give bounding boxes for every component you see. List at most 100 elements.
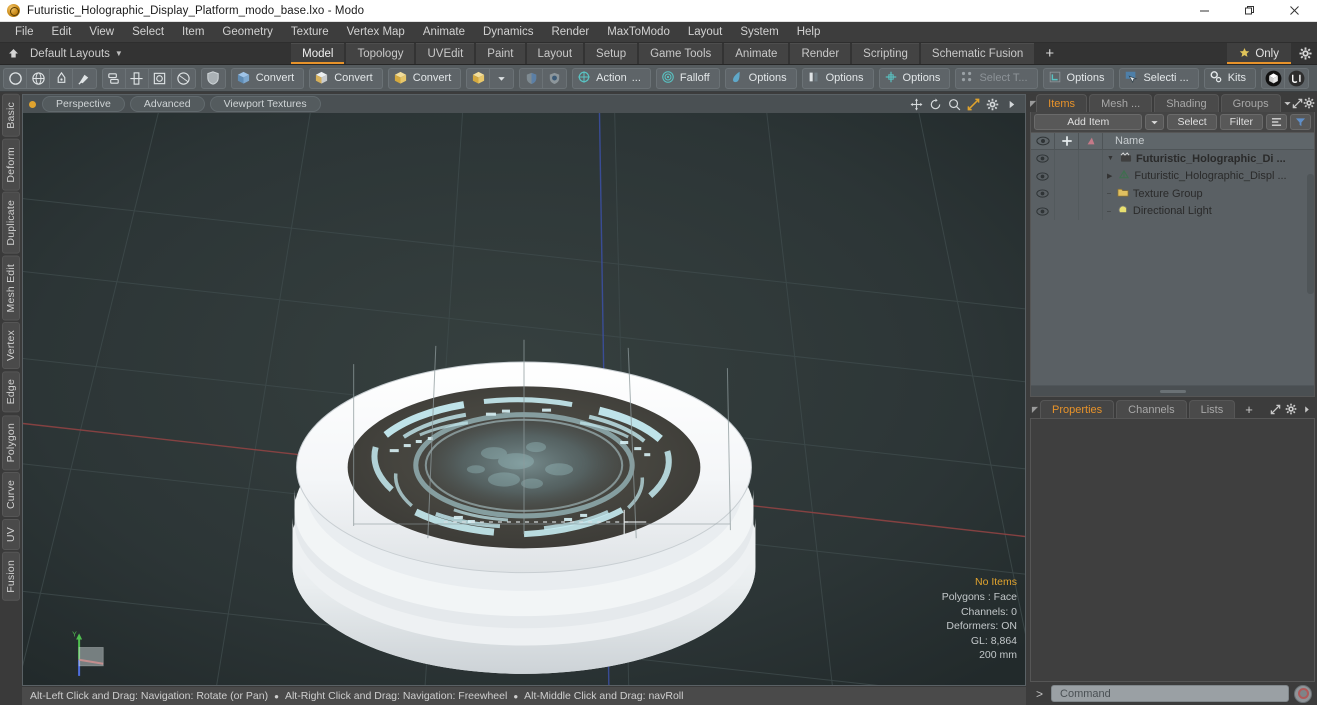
layout-tab-layout[interactable]: Layout	[526, 43, 584, 64]
action-center-button[interactable]: Action ...	[572, 67, 651, 89]
tab-groups[interactable]: Groups	[1220, 94, 1281, 112]
record-icon[interactable]	[1294, 684, 1312, 703]
viewport-perspective-button[interactable]: Perspective	[42, 96, 125, 112]
funnel-icon[interactable]	[1290, 114, 1311, 130]
chevron-down-icon[interactable]	[490, 69, 513, 88]
item-shade-cell[interactable]	[1079, 150, 1103, 168]
eye-icon[interactable]	[1031, 133, 1055, 150]
vtab-fusion[interactable]: Fusion	[2, 552, 20, 601]
move-icon[interactable]	[1055, 133, 1079, 150]
panel-collapse-arrow-icon[interactable]: ◤	[1030, 400, 1040, 418]
item-list-scrollbar[interactable]	[1307, 174, 1314, 294]
cube-badge-icon[interactable]	[1262, 68, 1286, 88]
menu-item-select[interactable]: Select	[123, 22, 173, 43]
list-item[interactable]: – Directional Light	[1031, 202, 1314, 220]
maximize-icon[interactable]	[1227, 0, 1272, 22]
resize-grip[interactable]	[1159, 389, 1186, 393]
menu-item-system[interactable]: System	[731, 22, 787, 43]
triangle-down-icon[interactable]: ▼	[1107, 155, 1114, 162]
filter-button[interactable]: Filter	[1219, 114, 1263, 130]
expand-icon[interactable]	[1292, 94, 1303, 112]
eye-icon[interactable]	[1031, 150, 1055, 168]
gear-icon[interactable]	[983, 98, 1002, 111]
convert-button-1[interactable]: Convert	[230, 67, 305, 89]
item-shade-cell[interactable]	[1079, 185, 1103, 203]
list-icon[interactable]	[1266, 114, 1287, 130]
shade-icon[interactable]	[1079, 133, 1103, 150]
viewport-advanced-button[interactable]: Advanced	[129, 96, 205, 112]
play-icon[interactable]	[1002, 99, 1021, 110]
circle-icon[interactable]	[4, 68, 27, 88]
pen-icon[interactable]	[50, 68, 73, 88]
select-button[interactable]: Select	[1167, 114, 1217, 130]
menu-item-view[interactable]: View	[80, 22, 123, 43]
add-item-dropdown[interactable]	[1145, 114, 1165, 130]
gear-icon[interactable]	[1283, 400, 1299, 418]
shield-dark-icon[interactable]	[543, 69, 566, 88]
options-button-4[interactable]: Options	[1042, 67, 1115, 89]
layout-tab-model[interactable]: Model	[291, 43, 345, 64]
menu-item-texture[interactable]: Texture	[282, 22, 338, 43]
fit-icon[interactable]	[964, 98, 983, 111]
shield-blue-icon[interactable]	[520, 68, 544, 88]
gear-icon[interactable]	[1303, 94, 1315, 112]
stack-icon[interactable]	[103, 68, 126, 88]
ellipse-icon[interactable]	[172, 69, 195, 88]
item-shade-cell[interactable]	[1079, 202, 1103, 220]
unity-icon[interactable]	[1285, 69, 1308, 88]
tab-shading[interactable]: Shading	[1154, 94, 1219, 112]
menu-item-vertex-map[interactable]: Vertex Map	[338, 22, 414, 43]
options-button-3[interactable]: Options	[878, 67, 951, 89]
layout-tab-scripting[interactable]: Scripting	[852, 43, 919, 64]
item-move-cell[interactable]	[1055, 185, 1079, 203]
item-list[interactable]: Name ▼ Futuristic_Holographic_Di ... ▶ F…	[1030, 132, 1315, 397]
rotate-icon[interactable]	[926, 97, 945, 111]
menu-item-item[interactable]: Item	[173, 22, 213, 43]
item-row-directional-light[interactable]: – Directional Light	[1103, 204, 1314, 218]
add-properties-tab-button[interactable]: +	[1237, 400, 1261, 418]
kits-button[interactable]: Kits	[1203, 67, 1257, 89]
menu-item-render[interactable]: Render	[542, 22, 598, 43]
minimize-icon[interactable]	[1182, 0, 1227, 22]
vtab-basic[interactable]: Basic	[2, 94, 20, 137]
tab-lists[interactable]: Lists	[1188, 400, 1236, 418]
brush-icon[interactable]	[73, 69, 96, 88]
item-shade-cell[interactable]	[1079, 167, 1103, 185]
falloff-button[interactable]: Falloff	[655, 67, 720, 89]
list-item[interactable]: ▼ Futuristic_Holographic_Di ...	[1031, 150, 1314, 168]
layout-tab-uvedit[interactable]: UVEdit	[416, 43, 475, 64]
convert-button-2[interactable]: Convert	[309, 67, 383, 89]
vtab-polygon[interactable]: Polygon	[2, 414, 20, 471]
move-icon[interactable]	[907, 98, 926, 111]
list-item[interactable]: – Texture Group	[1031, 185, 1314, 203]
vtab-mesh-edit[interactable]: Mesh Edit	[2, 255, 20, 321]
3d-viewport[interactable]: Y No Items Polygons : Face Channels: 0 D…	[22, 113, 1026, 686]
item-move-cell[interactable]	[1055, 167, 1079, 185]
layout-tab-setup[interactable]: Setup	[585, 43, 638, 64]
menu-item-file[interactable]: File	[6, 22, 43, 43]
list-item[interactable]: ▶ Futuristic_Holographic_Displ ...	[1031, 167, 1314, 185]
vtab-deform[interactable]: Deform	[2, 138, 20, 191]
eye-icon[interactable]	[1031, 167, 1055, 185]
item-move-cell[interactable]	[1055, 202, 1079, 220]
expand-icon[interactable]	[1267, 400, 1283, 418]
eye-icon[interactable]	[1031, 185, 1055, 203]
layout-tab-animate[interactable]: Animate	[724, 43, 789, 64]
chevron-right-icon[interactable]	[1299, 400, 1315, 418]
menu-item-dynamics[interactable]: Dynamics	[474, 22, 542, 43]
shield-icon[interactable]	[202, 69, 225, 88]
tab-properties[interactable]: Properties	[1040, 400, 1115, 418]
layout-tab-schematic-fusion[interactable]: Schematic Fusion	[920, 43, 1035, 64]
gear-icon[interactable]	[1293, 43, 1317, 64]
tab-mesh[interactable]: Mesh ...	[1089, 94, 1153, 112]
vtab-curve[interactable]: Curve	[2, 472, 20, 518]
select-through-button[interactable]: Select T...	[955, 67, 1038, 89]
chevron-down-icon[interactable]	[1283, 94, 1292, 112]
zoom-icon[interactable]	[945, 98, 964, 111]
square-target-icon[interactable]	[149, 68, 172, 88]
item-list-body[interactable]: ▼ Futuristic_Holographic_Di ... ▶ Futuri…	[1031, 150, 1314, 385]
options-button-1[interactable]: Options	[724, 67, 797, 89]
menu-item-maxtomodo[interactable]: MaxToModo	[598, 22, 679, 43]
menu-item-edit[interactable]: Edit	[43, 22, 81, 43]
vtab-duplicate[interactable]: Duplicate	[2, 192, 20, 254]
